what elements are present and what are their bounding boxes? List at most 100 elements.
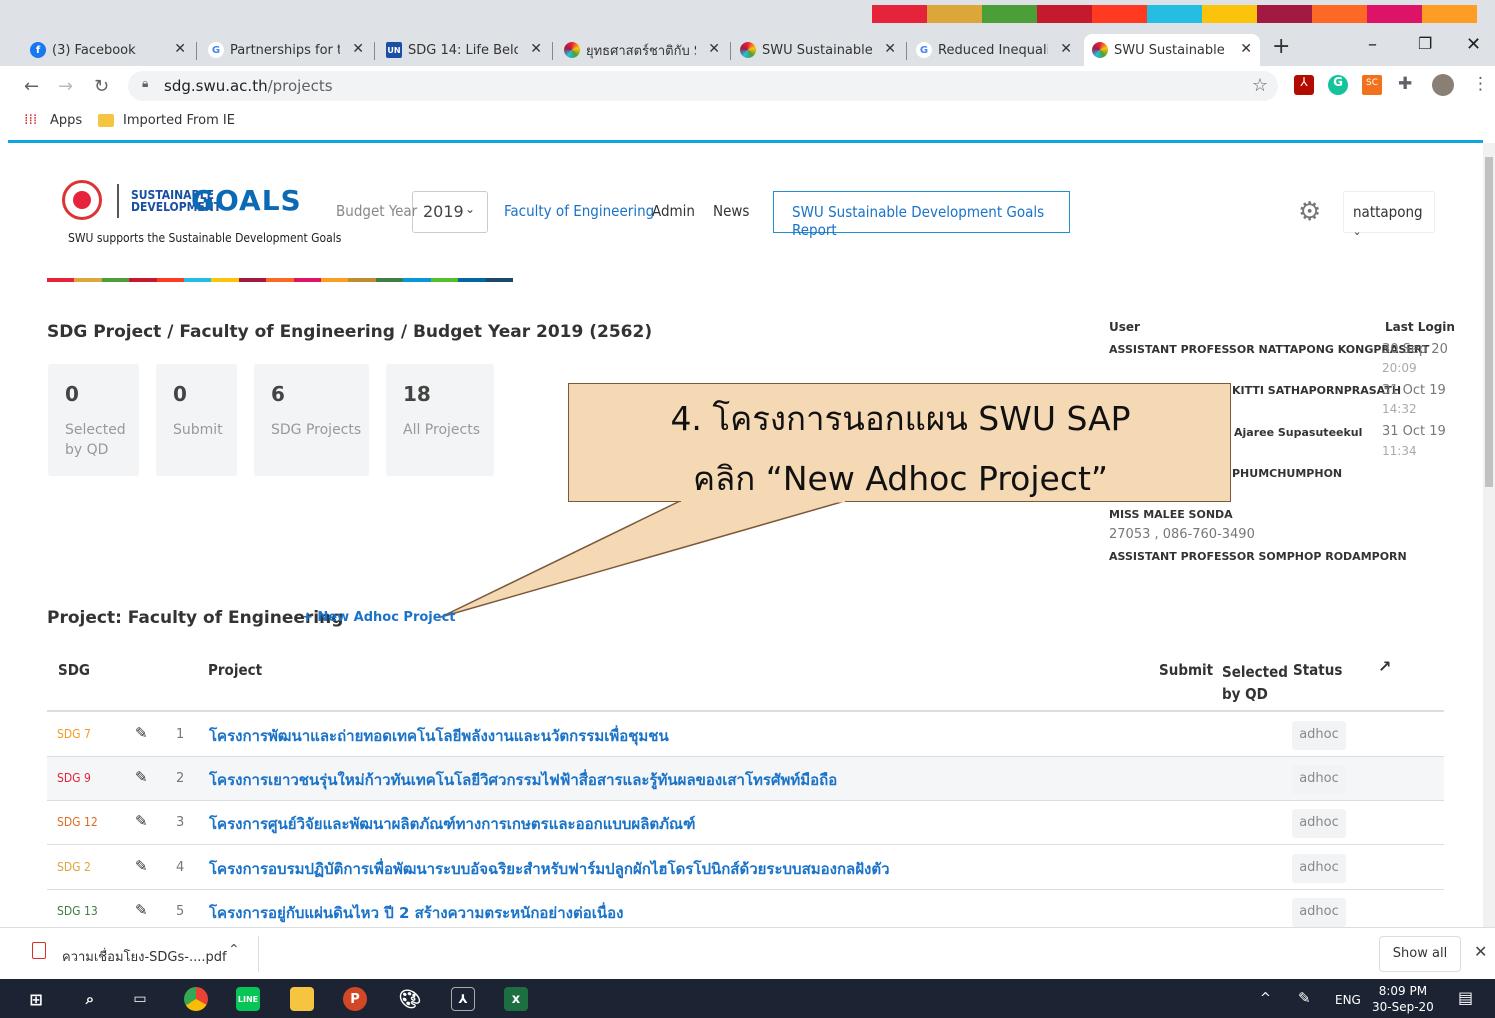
task-view-icon[interactable]: ▭	[128, 987, 152, 1011]
search-icon[interactable]: ⌕	[78, 987, 102, 1011]
minimize-button[interactable]: –	[1368, 34, 1377, 55]
new-tab-button[interactable]: +	[1272, 34, 1290, 59]
reload-icon[interactable]: ↻	[94, 76, 109, 97]
col-sdg[interactable]: SDG	[58, 661, 90, 679]
col-project[interactable]: Project	[208, 661, 262, 679]
paint-icon[interactable]: 🎨︎	[398, 987, 422, 1011]
pencil-icon[interactable]: ✎	[135, 857, 148, 875]
budget-year-select[interactable]: 2019 ⌄	[412, 191, 488, 233]
gear-icon[interactable]: ⚙	[1298, 197, 1321, 227]
project-link[interactable]: โครงการเยาวชนรุ่นใหม่ก้าวทันเทคโนโลยีวิศ…	[209, 768, 837, 792]
tab-sdg14[interactable]: UNSDG 14: Life Below✕	[378, 34, 550, 66]
tab-partnerships[interactable]: G Partnerships for th ✕	[200, 34, 372, 66]
acrobat-icon[interactable]: ⅄	[451, 987, 475, 1011]
sdg-wheel-icon	[564, 42, 580, 58]
pencil-icon[interactable]: ✎	[135, 768, 148, 786]
powerpoint-icon[interactable]: P	[343, 987, 367, 1011]
rule-segment	[403, 278, 431, 282]
last-login-header: Last Login	[1385, 320, 1455, 334]
close-icon[interactable]: ✕	[530, 41, 542, 57]
page-scrollbar[interactable]	[1483, 143, 1495, 927]
user-name: ASSISTANT PROFESSOR SOMPHOP RODAMPORN	[1109, 550, 1407, 563]
nav-faculty[interactable]: Faculty of Engineering	[504, 202, 654, 220]
budget-year-label: Budget Year	[336, 202, 418, 220]
grammarly-icon[interactable]: G	[1328, 75, 1348, 95]
show-all-button[interactable]: Show all	[1379, 936, 1461, 972]
table-row[interactable]: SDG 12 ✎ 3 โครงการศูนย์วิจัยและพัฒนาผลิต…	[47, 801, 1444, 845]
scrollbar-thumb[interactable]	[1485, 157, 1493, 487]
language-indicator[interactable]: ENG	[1335, 993, 1361, 1007]
tab-swu-sustainable-active[interactable]: SWU Sustainable D✕	[1084, 34, 1260, 66]
stat-submit: 0 Submit	[156, 364, 237, 476]
window-close-button[interactable]: ✕	[1466, 34, 1481, 55]
new-adhoc-project-link[interactable]: + New Adhoc Project	[302, 610, 456, 625]
notifications-icon[interactable]: ▤	[1458, 988, 1473, 1007]
forward-icon[interactable]: →	[58, 76, 73, 97]
pencil-icon[interactable]: ✎	[135, 812, 148, 830]
table-row[interactable]: SDG 13 ✎ 5 โครงการอยู่กับแผ่นดินไหว ปี 2…	[47, 890, 1444, 927]
sdg-tag[interactable]: SDG 12	[57, 815, 98, 829]
tab-thai-strategy[interactable]: ยุทธศาสตร์ชาติกับ SD✕	[556, 34, 728, 66]
sdg-report-button[interactable]: SWU Sustainable Development Goals Report	[773, 191, 1070, 239]
pencil-icon[interactable]: ✎	[135, 901, 148, 919]
close-icon[interactable]: ✕	[884, 41, 896, 57]
project-link[interactable]: โครงการพัฒนาและถ่ายทอดเทคโนโลยีพลังงานแล…	[209, 724, 669, 748]
url-field[interactable]: 🔒︎ sdg.swu.ac.th/projects ☆	[128, 71, 1278, 101]
star-icon[interactable]: ☆	[1252, 75, 1268, 96]
acrobat-icon[interactable]: ⅄	[1294, 75, 1314, 95]
close-icon[interactable]: ✕	[708, 41, 720, 57]
users-header: User	[1109, 320, 1140, 334]
bookmark-imported[interactable]: Imported From IE	[123, 113, 235, 128]
line-icon[interactable]: LINE	[236, 987, 260, 1011]
close-icon[interactable]: ✕	[174, 41, 186, 57]
sdg-tag[interactable]: SDG 13	[57, 904, 98, 918]
sdg-tag[interactable]: SDG 2	[57, 860, 91, 874]
profile-avatar[interactable]	[1432, 74, 1454, 96]
restore-button[interactable]: ❐	[1418, 34, 1432, 53]
project-link[interactable]: โครงการอยู่กับแผ่นดินไหว ปี 2 สร้างความต…	[209, 901, 623, 925]
sdg-tag[interactable]: SDG 7	[57, 727, 91, 741]
chevron-up-icon[interactable]: ⌃	[228, 942, 240, 958]
row-index: 4	[176, 860, 185, 875]
close-icon[interactable]: ✕	[1060, 41, 1072, 57]
back-icon[interactable]: ←	[24, 76, 39, 97]
user-menu[interactable]: nattapong ⌄	[1343, 191, 1435, 238]
project-link[interactable]: โครงการอบรมปฏิบัติการเพื่อพัฒนาระบบอัจฉร…	[209, 857, 890, 881]
bookmark-apps[interactable]: Apps	[50, 113, 82, 128]
table-row[interactable]: SDG 7 ✎ 1 โครงการพัฒนาและถ่ายทอดเทคโนโลย…	[47, 713, 1444, 757]
menu-kebab-icon[interactable]: ⋮	[1472, 74, 1489, 94]
table-row[interactable]: SDG 2 ✎ 4 โครงการอบรมปฏิบัติการเพื่อพัฒน…	[47, 846, 1444, 890]
windows-start-icon[interactable]: ⊞	[24, 987, 48, 1011]
tray-chevron-icon[interactable]: ^	[1260, 991, 1271, 1006]
file-explorer-icon[interactable]	[290, 987, 314, 1011]
sdg-strip-segment	[1367, 5, 1422, 23]
apps-grid-icon: ⁞⁞⁞	[24, 112, 38, 128]
pen-icon[interactable]: ✎	[1298, 989, 1311, 1007]
rule-segment	[293, 278, 322, 282]
project-link[interactable]: โครงการศูนย์วิจัยและพัฒนาผลิตภัณฑ์ทางการ…	[209, 812, 695, 836]
nav-admin[interactable]: Admin	[652, 202, 695, 220]
tab-reduced-inequalities[interactable]: G Reduced Inequaliti ✕	[908, 34, 1080, 66]
close-icon[interactable]: ✕	[1474, 942, 1487, 961]
close-icon[interactable]: ✕	[352, 41, 364, 57]
status-badge: adhoc	[1292, 721, 1346, 750]
nav-news[interactable]: News	[713, 202, 749, 220]
chrome-icon[interactable]	[184, 987, 208, 1011]
sdg-tag[interactable]: SDG 9	[57, 771, 91, 785]
excel-icon[interactable]: x	[504, 987, 528, 1011]
col-selected-by-qd[interactable]: Selected by QD	[1222, 661, 1288, 705]
tab-swu-sustainable[interactable]: SWU Sustainable D✕	[732, 34, 904, 66]
download-file[interactable]: ความเชื่อมโยง-SDGs-....pdf	[62, 946, 227, 967]
table-row[interactable]: SDG 9 ✎ 2 โครงการเยาวชนรุ่นใหม่ก้าวทันเท…	[47, 757, 1444, 801]
col-submit[interactable]: Submit	[1159, 661, 1213, 679]
external-link-icon[interactable]: ↗	[1378, 657, 1391, 676]
swu-logo[interactable]	[62, 180, 102, 220]
puzzle-icon[interactable]: ✚	[1398, 74, 1412, 94]
extension-sc-icon[interactable]: SC	[1362, 75, 1382, 95]
taskbar-clock[interactable]: 8:09 PM 30-Sep-20	[1372, 983, 1434, 1015]
pencil-icon[interactable]: ✎	[135, 724, 148, 742]
tab-facebook[interactable]: f (3) Facebook ✕	[22, 34, 194, 66]
close-icon[interactable]: ✕	[1240, 41, 1252, 57]
col-status[interactable]: Status	[1293, 661, 1342, 679]
sdg-strip-segment	[1037, 5, 1092, 23]
